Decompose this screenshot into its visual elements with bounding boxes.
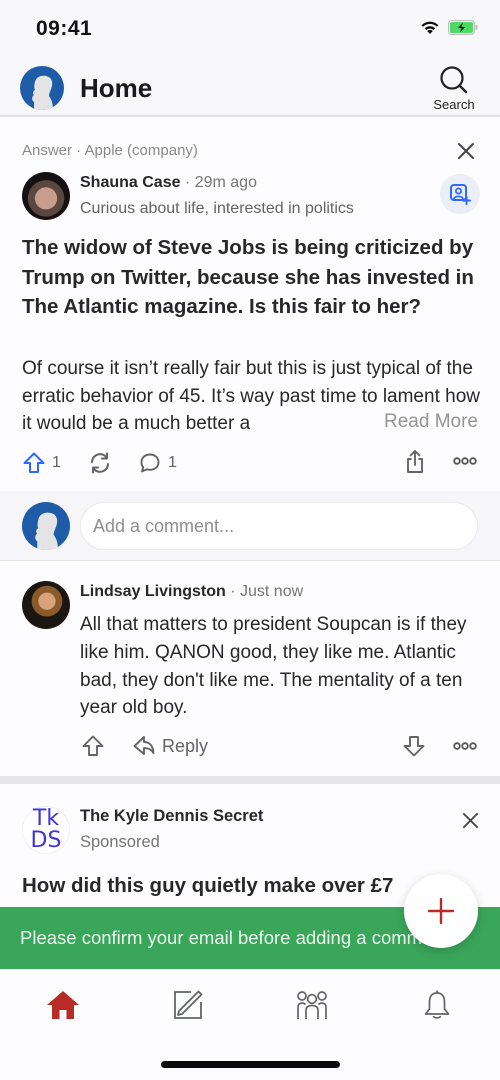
edit-icon [174, 990, 203, 1019]
home-icon [47, 991, 79, 1019]
comment-count: 1 [168, 454, 177, 471]
reshare-icon [91, 452, 109, 474]
comment-button[interactable]: 1 [138, 451, 177, 475]
section-divider [0, 776, 500, 784]
comment-upvote-button[interactable] [81, 734, 105, 758]
status-icons [420, 20, 478, 35]
comment-downvote-button[interactable] [402, 734, 426, 758]
toast-message: Please confirm your email before adding … [20, 927, 453, 948]
plus-icon [428, 898, 454, 924]
answer-context[interactable]: Answer · Apple (company) [22, 142, 198, 159]
comment-icon [140, 453, 160, 473]
comment-text: All that matters to president Soupcan is… [80, 614, 467, 719]
comment-timestamp: · Just now [225, 583, 304, 600]
current-user-avatar [22, 502, 70, 550]
bottom-nav [0, 969, 500, 1080]
ad-headline[interactable]: How did this guy quietly make over £7 [22, 874, 393, 898]
answer-timestamp: · 29m ago [180, 174, 257, 191]
upvote-icon [82, 735, 104, 756]
comment: Lindsay Livingston · Just now All that m… [0, 562, 500, 775]
read-more-link[interactable]: Read More [370, 411, 478, 433]
status-bar: 09:41 [0, 0, 500, 60]
search-icon [440, 66, 468, 94]
people-icon [297, 991, 327, 1019]
comment-actions: Reply [0, 734, 500, 762]
author-credential: Curious about life, interested in politi… [80, 200, 354, 217]
comment-author-line: Lindsay Livingston · Just now [80, 583, 303, 601]
wifi-icon [420, 20, 440, 35]
commenter-avatar[interactable] [22, 581, 70, 629]
battery-charging-icon [448, 20, 478, 35]
more-icon [453, 457, 477, 465]
advertiser-logo[interactable]: Tk DS [22, 806, 70, 854]
status-time: 09:41 [36, 17, 93, 40]
page-title: Home [80, 73, 153, 103]
share-button[interactable] [403, 449, 427, 475]
reply-label: Reply [162, 735, 209, 756]
search-label: Search [433, 97, 475, 112]
author-name[interactable]: Shauna Case [80, 174, 180, 191]
advertiser-logo-line1: Tk [32, 806, 60, 831]
top-header: Home Search [0, 60, 500, 117]
add-person-icon [450, 184, 471, 205]
search-button[interactable]: Search [430, 65, 478, 113]
reply-button[interactable]: Reply [132, 734, 208, 758]
follow-author-button[interactable] [440, 174, 480, 214]
answer-card: Answer · Apple (company) Shauna Case · 2… [0, 119, 500, 491]
nav-spaces[interactable] [290, 983, 334, 1027]
author-avatar[interactable] [22, 172, 70, 220]
upvote-count: 1 [52, 454, 61, 471]
home-indicator[interactable] [161, 1061, 340, 1068]
comment-input-row [0, 491, 500, 561]
downvote-icon [403, 736, 425, 757]
question-title[interactable]: The widow of Steve Jobs is being critici… [22, 233, 482, 322]
add-post-button[interactable] [404, 874, 478, 948]
reply-icon [133, 736, 155, 755]
share-icon [407, 450, 423, 473]
reshare-button[interactable] [87, 451, 113, 475]
close-icon [462, 812, 478, 828]
nav-notifications[interactable] [415, 983, 459, 1027]
close-icon [458, 143, 474, 159]
sponsored-label: Sponsored [80, 833, 160, 851]
comment-more-button[interactable] [453, 738, 477, 754]
more-options-button[interactable] [453, 453, 477, 469]
more-icon [453, 742, 477, 750]
nav-home[interactable] [41, 983, 85, 1027]
profile-avatar-icon[interactable] [20, 66, 64, 110]
comment-author[interactable]: Lindsay Livingston [80, 583, 226, 600]
dismiss-ad-button[interactable] [458, 808, 482, 832]
dismiss-answer-button[interactable] [454, 139, 478, 163]
nav-write[interactable] [166, 983, 210, 1027]
upvote-button[interactable]: 1 [22, 451, 61, 475]
upvote-icon [23, 452, 45, 473]
advertiser-logo-line2: DS [30, 828, 62, 853]
bell-icon [424, 990, 450, 1019]
comment-input[interactable] [80, 502, 478, 550]
advertiser-name[interactable]: The Kyle Dennis Secret [80, 807, 263, 826]
answer-actions: 1 1 [0, 449, 500, 481]
author-line: Shauna Case · 29m ago [80, 174, 257, 192]
